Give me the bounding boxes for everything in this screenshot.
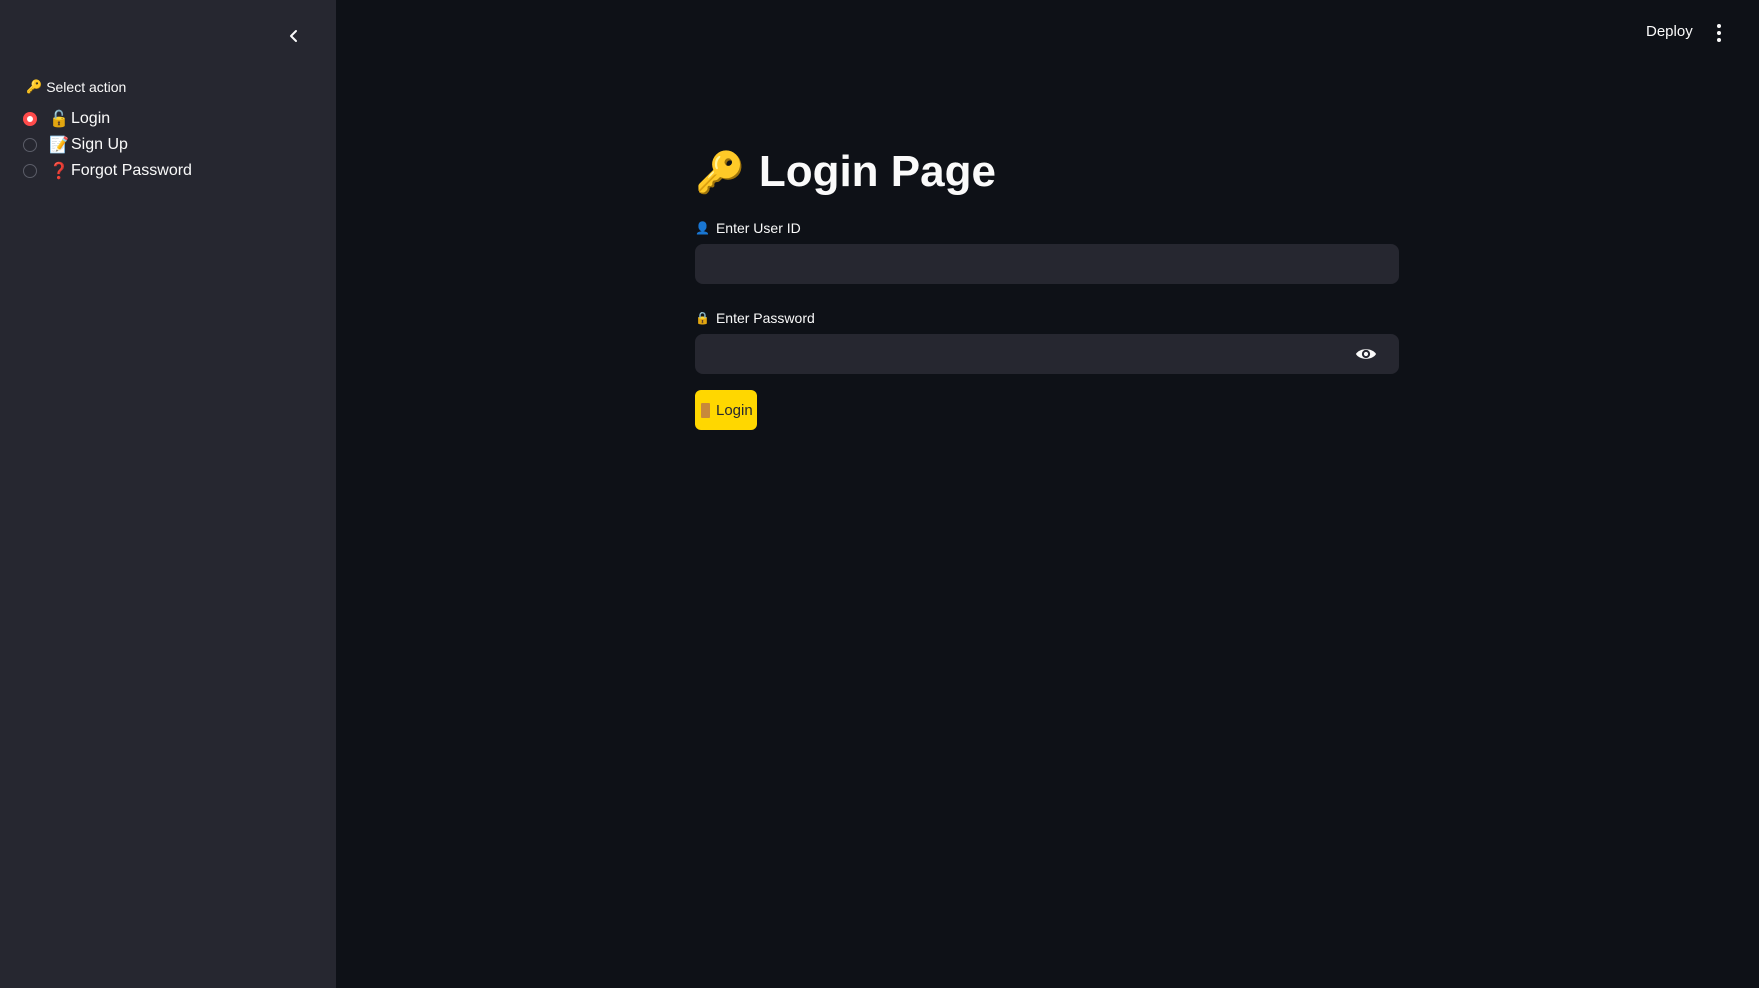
main-content: 🔑 Login Page 👤 Enter User ID 🔒 Enter Pas… bbox=[695, 140, 1399, 430]
radio-group-label: 🔑 Select action bbox=[26, 79, 126, 95]
more-vertical-icon[interactable] bbox=[1712, 22, 1726, 44]
action-radio-group: 🔓 Login 📝 Sign Up ❓ Forgot Password bbox=[23, 106, 192, 184]
unlocked-lock-icon: 🔓 bbox=[49, 111, 69, 128]
password-label-text: Enter Password bbox=[715, 310, 815, 326]
user-id-label-text: Enter User ID bbox=[715, 220, 801, 236]
user-id-label: 👤 Enter User ID bbox=[695, 218, 1399, 238]
key-icon: 🔑 bbox=[695, 150, 745, 195]
radio-button[interactable] bbox=[23, 164, 37, 178]
radio-option-label: Forgot Password bbox=[71, 162, 192, 179]
deploy-button[interactable]: Deploy bbox=[1646, 23, 1693, 40]
password-field-container bbox=[695, 334, 1399, 374]
user-id-input[interactable] bbox=[695, 244, 1399, 284]
page-title: 🔑 Login Page bbox=[695, 140, 1399, 204]
radio-button[interactable] bbox=[23, 112, 37, 126]
user-icon: 👤 bbox=[695, 221, 710, 235]
radio-option-forgot-password[interactable]: ❓ Forgot Password bbox=[23, 158, 192, 184]
eye-icon[interactable] bbox=[1355, 344, 1377, 364]
radio-option-label: Sign Up bbox=[71, 136, 128, 153]
memo-icon: 📝 bbox=[49, 137, 69, 154]
radio-group-label-text: Select action bbox=[46, 79, 127, 95]
question-mark-icon: ❓ bbox=[49, 163, 69, 180]
radio-option-login[interactable]: 🔓 Login bbox=[23, 106, 192, 132]
password-label: 🔒 Enter Password bbox=[695, 308, 1399, 328]
collapse-sidebar-button[interactable] bbox=[282, 24, 306, 48]
page-title-text: Login Page bbox=[758, 147, 996, 196]
radio-button[interactable] bbox=[23, 138, 37, 152]
key-icon: 🔑 bbox=[26, 79, 43, 94]
password-input[interactable] bbox=[695, 334, 1399, 374]
login-button[interactable]: Login bbox=[695, 390, 757, 430]
lock-icon: 🔒 bbox=[695, 311, 710, 325]
sidebar: 🔑 Select action 🔓 Login 📝 Sign Up ❓ Forg… bbox=[0, 0, 336, 988]
radio-option-sign-up[interactable]: 📝 Sign Up bbox=[23, 132, 192, 158]
user-id-field-container bbox=[695, 244, 1399, 284]
radio-option-label: Login bbox=[71, 110, 111, 127]
login-button-label: Login bbox=[716, 401, 753, 419]
chevron-left-icon bbox=[290, 30, 297, 42]
door-icon bbox=[701, 402, 710, 418]
